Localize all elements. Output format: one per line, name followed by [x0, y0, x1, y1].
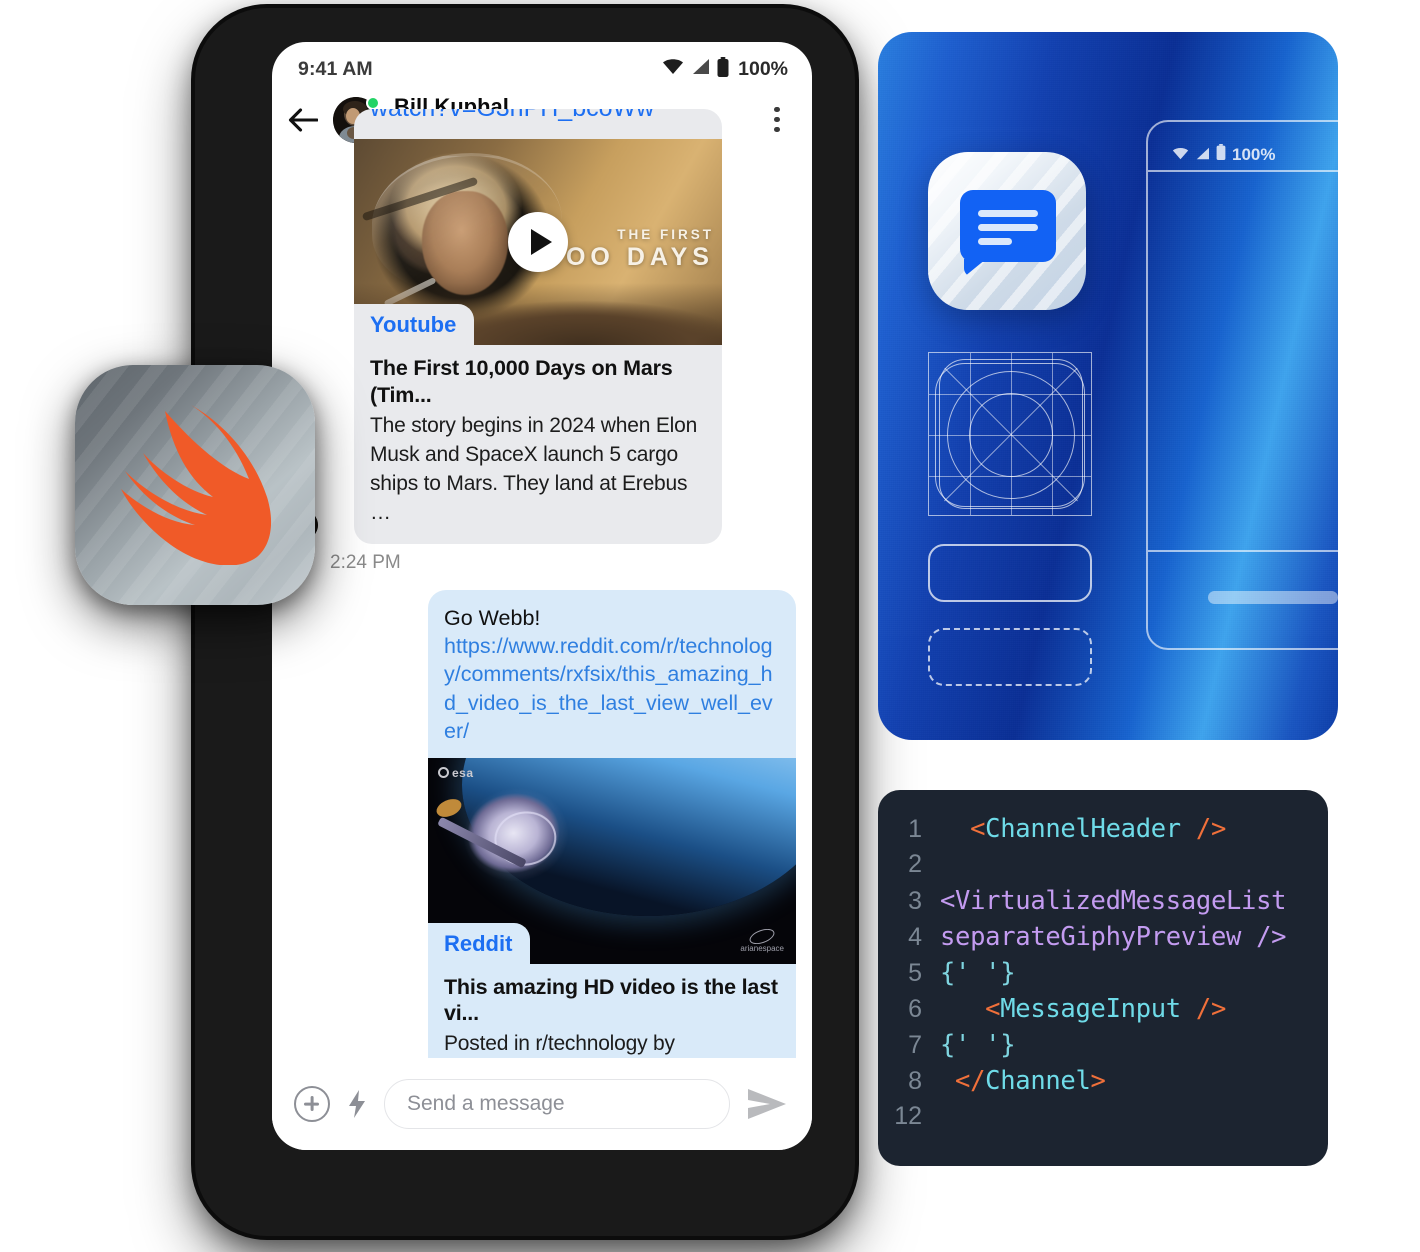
mini-battery-percentage: 100% — [1232, 144, 1276, 164]
code-line-number: 12 — [894, 1102, 922, 1130]
code-line-text: <ChannelHeader /> — [940, 814, 1227, 844]
signal-icon — [691, 58, 710, 80]
search-input[interactable] — [407, 1092, 707, 1116]
message-text: Go Webb! — [444, 605, 541, 630]
message-row-incoming: watch?v=G3hPH_bcoWw THE FIRST ,OOO DAYS … — [288, 109, 796, 544]
code-line-number: 3 — [908, 887, 922, 915]
code-line-number: 7 — [908, 1031, 922, 1059]
message-composer — [272, 1058, 812, 1150]
play-button-icon[interactable] — [508, 212, 568, 273]
reddit-thumbnail[interactable]: esa arianespace Reddit — [428, 757, 796, 964]
mini-phone-input-bar — [1208, 591, 1338, 604]
code-line: 12 — [878, 1102, 1328, 1138]
code-line: 8 </Channel> — [878, 1066, 1328, 1102]
clipped-url[interactable]: watch?v=G3hPH_bcoWw — [354, 109, 722, 139]
rounded-rect-wireframe — [928, 544, 1092, 602]
outgoing-message-bubble[interactable]: Go Webb! https://www.reddit.com/r/techno… — [428, 589, 796, 1133]
status-bar-time: 9:41 AM — [298, 57, 373, 80]
code-line-number: 6 — [908, 995, 922, 1023]
status-bar: 9:41 AM 100% — [272, 42, 812, 90]
battery-icon — [717, 56, 729, 82]
code-line-text: </Channel> — [940, 1066, 1106, 1096]
message-list[interactable]: watch?v=G3hPH_bcoWw THE FIRST ,OOO DAYS … — [272, 109, 812, 1150]
incoming-timestamp: 2:24 PM — [330, 551, 401, 573]
code-snippet-panel: 1 <ChannelHeader /> 2 3 <VirtualizedMessage… — [878, 790, 1328, 1166]
outgoing-message-text: Go Webb! https://www.reddit.com/r/techno… — [428, 590, 796, 758]
code-line: 2 — [878, 850, 1328, 886]
wifi-icon — [662, 58, 684, 80]
incoming-message-bubble[interactable]: watch?v=G3hPH_bcoWw THE FIRST ,OOO DAYS … — [354, 109, 722, 544]
code-line: 3 <VirtualizedMessageList — [878, 886, 1328, 922]
attachment-source-label: Reddit — [428, 922, 531, 964]
attachment-description: The story begins in 2024 when Elon Musk … — [370, 413, 698, 524]
online-status-dot — [366, 95, 380, 110]
wifi-icon — [1172, 145, 1189, 165]
youtube-thumbnail[interactable]: THE FIRST ,OOO DAYS Youtube — [354, 139, 722, 346]
dashed-rect-wireframe — [928, 628, 1092, 686]
back-arrow-icon[interactable] — [286, 103, 320, 137]
mini-phone-wireframe: 100% — [1146, 120, 1338, 650]
overflow-menu-icon[interactable] — [764, 106, 790, 133]
code-line-number: 8 — [908, 1067, 922, 1095]
phone-screen: 9:41 AM 100% Bill Kuphal THE FIRST ,OOO … — [272, 42, 812, 1150]
battery-percentage: 100% — [738, 57, 788, 80]
code-line-text: separateGiphyPreview /> — [940, 922, 1287, 952]
mini-phone-status-bar: 100% — [1172, 144, 1275, 165]
message-row-outgoing: Go Webb! https://www.reddit.com/r/techno… — [288, 589, 796, 1133]
signal-icon — [1195, 145, 1210, 165]
plus-circle-icon[interactable] — [294, 1086, 330, 1122]
code-line-number: 5 — [908, 959, 922, 987]
thumbnail-overline: THE FIRST — [617, 227, 714, 243]
code-line: 6 <MessageInput /> — [878, 994, 1328, 1030]
code-line-text: {' '} — [940, 1030, 1016, 1060]
attachment-title: This amazing HD video is the last vi... — [444, 974, 778, 1025]
code-line: 4 separateGiphyPreview /> — [878, 922, 1328, 958]
clipped-url-text: watch?v=G3hPH_bcoWw — [370, 109, 654, 122]
message-link[interactable]: https://www.reddit.com/r/technology/comm… — [444, 632, 780, 746]
message-input-wrapper[interactable] — [384, 1079, 730, 1129]
swift-app-tile[interactable] — [75, 365, 315, 605]
lightning-bolt-icon[interactable] — [344, 1086, 370, 1122]
chat-bubble-shape — [960, 190, 1056, 262]
code-line: 7 {' '} — [878, 1030, 1328, 1066]
code-line: 1 <ChannelHeader /> — [878, 814, 1328, 850]
code-line-text: <MessageInput /> — [940, 994, 1227, 1024]
code-line-number: 4 — [908, 923, 922, 951]
design-blueprint-panel: 100% — [878, 32, 1338, 740]
attachment-title: The First 10,000 Days on Mars (Tim... — [370, 356, 673, 407]
showcase-stage: 9:41 AM 100% Bill Kuphal THE FIRST ,OOO … — [0, 0, 1420, 1252]
swift-bird-icon — [121, 405, 272, 565]
code-line-number: 2 — [908, 850, 922, 878]
attachment-source-label: Youtube — [354, 304, 475, 346]
code-line-number: 1 — [908, 815, 922, 843]
code-line-text: {' '} — [940, 958, 1016, 988]
icon-grid-wireframe — [928, 352, 1092, 516]
status-bar-indicators: 100% — [662, 56, 788, 82]
code-line-text: <VirtualizedMessageList — [940, 886, 1287, 916]
send-arrow-icon[interactable] — [744, 1084, 790, 1124]
chat-bubble-app-icon — [928, 152, 1086, 310]
battery-icon — [1216, 144, 1226, 165]
code-line: 5 {' '} — [878, 958, 1328, 994]
code-lines[interactable]: 1 <ChannelHeader /> 2 3 <VirtualizedMessage… — [878, 814, 1328, 1138]
arianespace-watermark: arianespace — [740, 925, 784, 954]
esa-watermark: esa — [438, 766, 474, 780]
attachment-card-body: The First 10,000 Days on Mars (Tim... Th… — [354, 345, 722, 543]
